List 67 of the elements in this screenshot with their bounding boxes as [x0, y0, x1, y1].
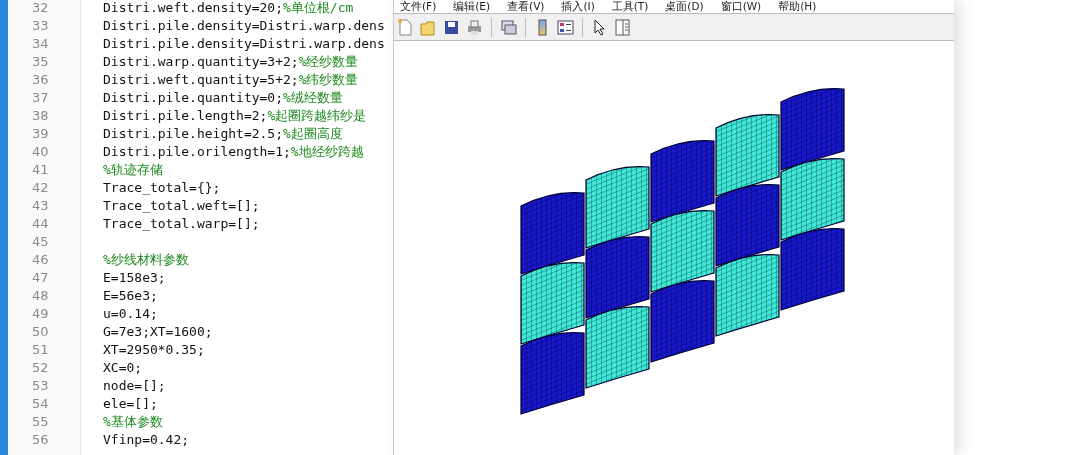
code-comment: %绒经数量: [283, 89, 343, 107]
code-comment: %轨迹存储: [103, 161, 163, 179]
code-text: Trace_total={};: [103, 179, 221, 197]
code-text: Distri.pile.orilength=1;: [103, 143, 291, 161]
code-text: Distri.weft.quantity=5+2;: [103, 71, 299, 89]
new-file-icon[interactable]: [396, 17, 415, 37]
line-number: 48: [32, 288, 49, 303]
code-comment: %纬纱数量: [298, 71, 359, 89]
code-comment: %地经纱跨越: [290, 143, 364, 161]
code-comment: %基体参数: [103, 413, 163, 431]
line-number: 47: [32, 270, 49, 285]
code-text: XC=0;: [103, 359, 143, 377]
menu-item[interactable]: 文件(F): [400, 0, 437, 13]
line-number: 38: [32, 108, 49, 123]
line-number: 52: [32, 360, 49, 375]
line-number: 41: [32, 162, 49, 177]
code-text: E=56e3;: [103, 287, 158, 305]
code-text: Distri.warp.quantity=3+2;: [103, 53, 299, 71]
code-text: Distri.pile.density=Distri.warp.dens: [103, 17, 385, 35]
code-text: node=[];: [103, 377, 166, 395]
code-text: Distri.pile.height=2.5;: [103, 125, 283, 143]
line-number: 55: [32, 414, 49, 429]
menu-item[interactable]: 查看(V): [507, 0, 545, 13]
code-text: G=7e3;XT=1600;: [103, 323, 213, 341]
line-number: 32: [32, 0, 49, 15]
linked-windows-icon[interactable]: [499, 17, 518, 37]
line-number: 56: [32, 432, 49, 447]
line-number: 35: [32, 54, 49, 69]
menu-item[interactable]: 工具(T): [611, 0, 649, 13]
code-comment: %经纱数量: [298, 53, 359, 71]
line-number: 46: [32, 252, 49, 267]
code-text: XT=2950*0.35;: [103, 341, 205, 359]
code-text: Distri.pile.quantity=0;: [103, 89, 283, 107]
line-number: 43: [32, 198, 49, 213]
line-number: 33: [32, 18, 49, 33]
code-text: u=0.14;: [103, 305, 158, 323]
line-number: 53: [32, 378, 49, 393]
menu-item[interactable]: 帮助(H): [778, 0, 817, 13]
line-number: 34: [32, 36, 49, 51]
menu-item[interactable]: 桌面(D): [665, 0, 704, 13]
code-text: ele=[];: [103, 395, 158, 413]
code-comment: %起圈跨越纬纱是: [267, 107, 367, 125]
code-comment: %起圈高度: [283, 125, 343, 143]
menu-item[interactable]: 插入(I): [561, 0, 595, 13]
line-number: 37: [32, 90, 49, 105]
code-text: Distri.pile.length=2;: [103, 107, 268, 125]
line-number: 51: [32, 342, 49, 357]
code-comment: %纱线材料参数: [103, 251, 189, 269]
code-text: Distri.weft.density=20;: [103, 0, 283, 17]
menu-item[interactable]: 窗口(W): [720, 0, 762, 13]
line-number: 54: [32, 396, 49, 411]
line-number: 44: [32, 216, 49, 231]
line-number: 40: [32, 144, 49, 159]
line-number: 39: [32, 126, 49, 141]
code-text: Vfinp=0.42;: [103, 431, 190, 449]
code-comment: %单位根/cm: [283, 0, 354, 17]
line-number: 50: [32, 324, 49, 339]
menu-item[interactable]: 编辑(E): [453, 0, 491, 13]
legend-icon[interactable]: [556, 17, 575, 37]
code-text: Trace_total.weft=[];: [103, 197, 260, 215]
line-number: 49: [32, 306, 49, 321]
code-text: E=158e3;: [103, 269, 166, 287]
line-number: 45: [32, 234, 49, 249]
line-number: 42: [32, 180, 49, 195]
code-text: Trace_total.warp=[];: [103, 215, 260, 233]
line-number: 36: [32, 72, 49, 87]
code-text: Distri.pile.density=Distri.warp.dens: [103, 35, 385, 53]
